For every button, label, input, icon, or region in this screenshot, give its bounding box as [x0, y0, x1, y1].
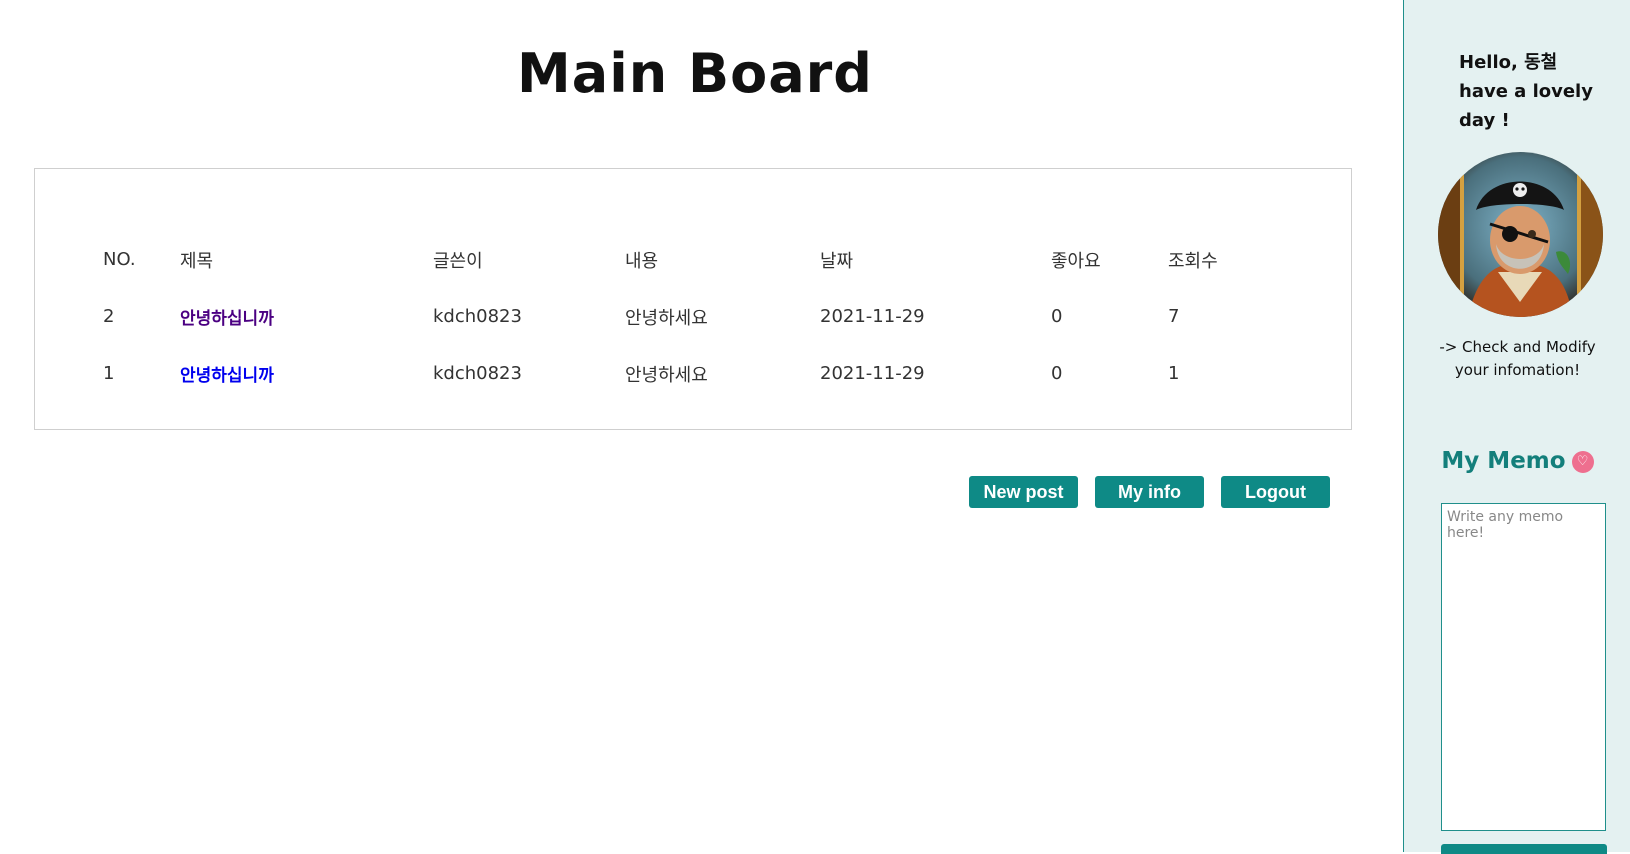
table-row: 1 안녕하십니까 kdch0823 안녕하세요 2021-11-29 0 1 [103, 345, 1248, 402]
avatar[interactable] [1438, 152, 1603, 317]
post-title-cell: 안녕하십니까 [180, 345, 433, 402]
greeting-hello: Hello, 동철 [1459, 52, 1558, 73]
col-header-content: 내용 [625, 250, 659, 272]
action-buttons: New post My info Logout [969, 476, 1330, 508]
memo-title-text: My Memo [1441, 448, 1566, 474]
post-author: kdch0823 [433, 306, 522, 327]
logout-button[interactable]: Logout [1221, 476, 1330, 508]
info-link-line1: -> Check and Modify [1439, 338, 1596, 356]
board-table: NO. 제목 글쓴이 내용 날짜 좋아요 조회수 2 안녕하십니까 kdch08… [103, 231, 1248, 402]
table-row: 2 안녕하십니까 kdch0823 안녕하세요 2021-11-29 0 7 [103, 288, 1248, 345]
check-info-link[interactable]: -> Check and Modify your infomation! [1404, 336, 1630, 382]
post-author: kdch0823 [433, 363, 522, 384]
page-title: Main Board [517, 42, 873, 105]
post-date: 2021-11-29 [820, 363, 925, 384]
post-likes: 0 [1051, 363, 1063, 384]
post-no: 2 [103, 306, 115, 327]
col-header-views: 조회수 [1168, 250, 1218, 272]
post-content: 안녕하세요 [625, 364, 708, 386]
col-header-title: 제목 [180, 250, 214, 272]
post-views: 7 [1168, 306, 1180, 327]
post-date: 2021-11-29 [820, 306, 925, 327]
memo-input[interactable] [1441, 503, 1606, 831]
board-container: NO. 제목 글쓴이 내용 날짜 좋아요 조회수 2 안녕하십니까 kdch08… [34, 168, 1352, 430]
post-views: 1 [1168, 363, 1180, 384]
greeting-wish: have a lovely day ! [1459, 81, 1593, 131]
post-no: 1 [103, 363, 115, 384]
post-title-link[interactable]: 안녕하십니까 [180, 309, 274, 329]
col-header-author: 글쓴이 [433, 250, 483, 272]
table-header-row: NO. 제목 글쓴이 내용 날짜 좋아요 조회수 [103, 231, 1248, 288]
post-title-cell: 안녕하십니까 [180, 288, 433, 345]
col-header-no: NO. [103, 249, 136, 270]
main-content: Main Board NO. 제목 글쓴이 내용 날짜 좋아요 조회수 2 안녕… [0, 0, 1400, 852]
post-content: 안녕하세요 [625, 307, 708, 329]
new-post-button[interactable]: New post [969, 476, 1078, 508]
memo-title: My Memo ♡ [1404, 448, 1630, 474]
info-link-line2: your infomation! [1454, 361, 1581, 379]
pirate-portrait-icon [1438, 152, 1603, 317]
col-header-date: 날짜 [820, 250, 854, 272]
my-info-button[interactable]: My info [1095, 476, 1204, 508]
col-header-likes: 좋아요 [1051, 250, 1101, 272]
post-likes: 0 [1051, 306, 1063, 327]
greeting: Hello, 동철 have a lovely day ! [1459, 48, 1630, 135]
heart-icon: ♡ [1571, 450, 1594, 473]
memo-save-button[interactable] [1441, 844, 1607, 854]
sidebar: Hello, 동철 have a lovely day ! -> Check a… [1403, 0, 1630, 854]
post-title-link[interactable]: 안녕하십니까 [180, 366, 274, 386]
